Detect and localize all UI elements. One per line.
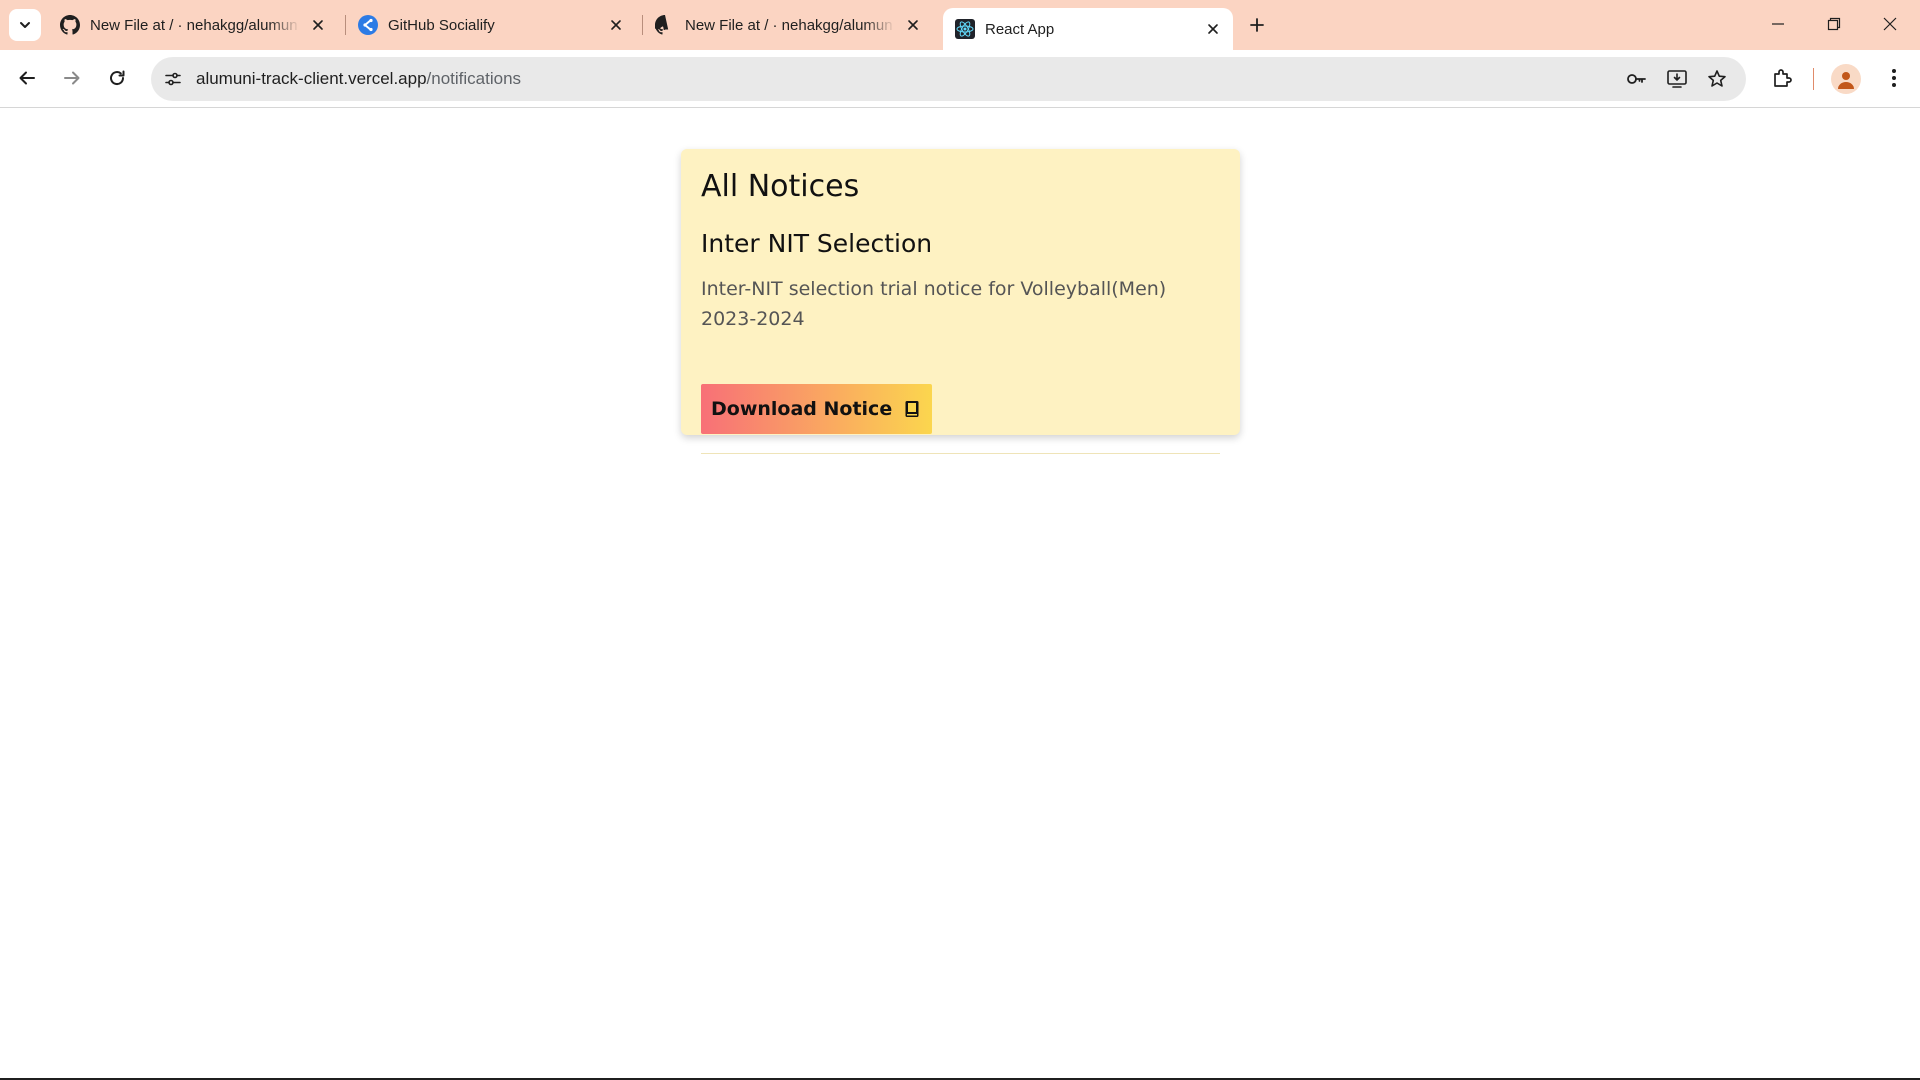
person-icon [1838,72,1854,89]
close-icon[interactable] [1201,17,1225,41]
site-info-icon[interactable] [157,63,189,95]
more-vertical-icon [1892,69,1896,87]
address-bar[interactable]: alumuni-track-client.vercel.app/notifica… [151,57,1746,101]
url-path: /notifications [426,69,522,88]
react-icon [955,19,975,39]
tab-title: React App [985,20,1055,38]
close-icon[interactable] [306,13,330,37]
minimize-button[interactable] [1750,0,1806,48]
forward-button[interactable] [54,60,90,96]
download-notice-label: Download Notice [711,398,893,420]
download-notice-button[interactable]: Download Notice [701,384,933,434]
close-icon[interactable] [901,13,925,37]
tab-strip: New File at / · nehakgg/alumun GitHub So… [0,0,1920,50]
notices-card: All Notices Inter NIT Selection Inter-NI… [681,149,1240,454]
minimize-icon [1772,23,1784,25]
puzzle-icon [1774,69,1792,87]
close-window-button[interactable] [1862,0,1918,48]
socialify-icon [358,15,378,35]
github-icon [655,15,675,35]
restore-icon [1827,17,1841,31]
install-app-icon[interactable] [1661,63,1693,95]
page-viewport: All Notices Inter NIT Selection Inter-NI… [0,109,1920,1078]
url-text[interactable]: alumuni-track-client.vercel.app/notifica… [196,57,521,101]
browser-tab-2[interactable]: GitHub Socialify [346,7,636,43]
browser-tab-4-active[interactable]: React App [943,8,1233,50]
new-tab-button[interactable] [1243,11,1271,39]
github-icon [60,15,80,35]
reload-button[interactable] [99,60,135,96]
browser-tab-1[interactable]: New File at / · nehakgg/alumun [48,7,338,43]
close-icon [1883,17,1897,31]
tab-title: New File at / · nehakgg/alumun [685,16,893,34]
plus-icon [1250,18,1264,32]
browser-tab-3[interactable]: New File at / · nehakgg/alumun [643,7,933,43]
chevron-down-icon [20,22,30,28]
browser-menu-button[interactable] [1876,60,1912,96]
notice-title: Inter NIT Selection [701,229,933,258]
restore-button[interactable] [1806,0,1862,48]
arrow-left-icon [19,71,35,85]
notice-description: Inter-NIT selection trial notice for Vol… [701,278,1167,330]
extensions-button[interactable] [1764,60,1800,96]
close-icon[interactable] [604,13,628,37]
browser-toolbar: alumuni-track-client.vercel.app/notifica… [0,50,1920,108]
bookmark-star-icon[interactable] [1701,63,1733,95]
url-host: alumuni-track-client.vercel.app [196,69,427,88]
notice-divider [701,453,1220,454]
tab-search-button[interactable] [9,9,41,41]
book-icon [905,401,919,417]
arrow-right-icon [64,71,80,85]
tab-title: New File at / · nehakgg/alumun [90,16,298,34]
profile-avatar[interactable] [1831,64,1861,94]
password-key-icon[interactable] [1620,63,1652,95]
tab-title: GitHub Socialify [388,16,495,34]
reload-icon [110,70,125,86]
back-button[interactable] [9,60,45,96]
toolbar-divider [1813,68,1814,90]
page-title: All Notices [701,169,860,204]
